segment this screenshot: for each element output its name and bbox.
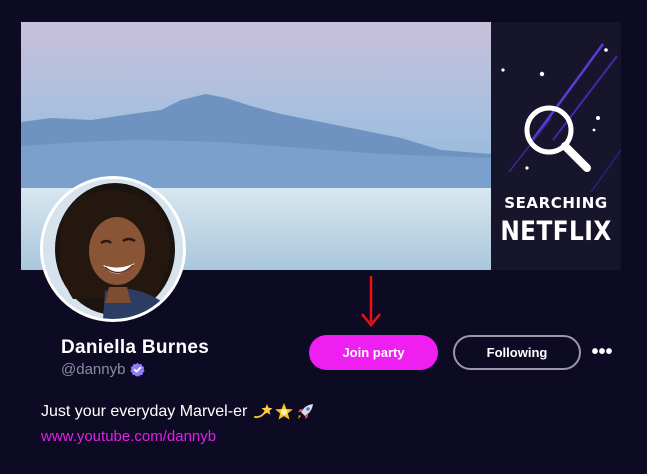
following-button[interactable]: Following: [453, 335, 581, 370]
banner-searching-text: SEARCHING: [504, 194, 608, 212]
glowing-star-icon: [275, 403, 294, 420]
banner-netflix-text: NETFLIX: [500, 216, 612, 247]
avatar[interactable]: [40, 176, 186, 322]
verified-badge-icon: [130, 362, 146, 377]
down-arrow-icon: [361, 276, 381, 327]
profile-bio: Just your everyday Marvel-er: [41, 402, 315, 422]
more-options-button[interactable]: •••: [590, 342, 614, 362]
profile-name: Daniella Burnes: [61, 337, 210, 358]
dizzy-star-icon: [254, 404, 273, 419]
rocket-icon: [298, 404, 314, 419]
bio-text: Just your everyday Marvel-er: [41, 403, 248, 420]
magnifier-icon: [524, 105, 591, 172]
bio-emojis: [253, 402, 315, 422]
join-party-button[interactable]: Join party: [309, 335, 438, 370]
profile-handle-row: @dannyb: [61, 361, 146, 378]
netflix-side-panel: SEARCHING NETFLIX: [491, 22, 621, 270]
profile-handle: @dannyb: [61, 361, 126, 378]
profile-link[interactable]: www.youtube.com/dannyb: [41, 428, 216, 445]
